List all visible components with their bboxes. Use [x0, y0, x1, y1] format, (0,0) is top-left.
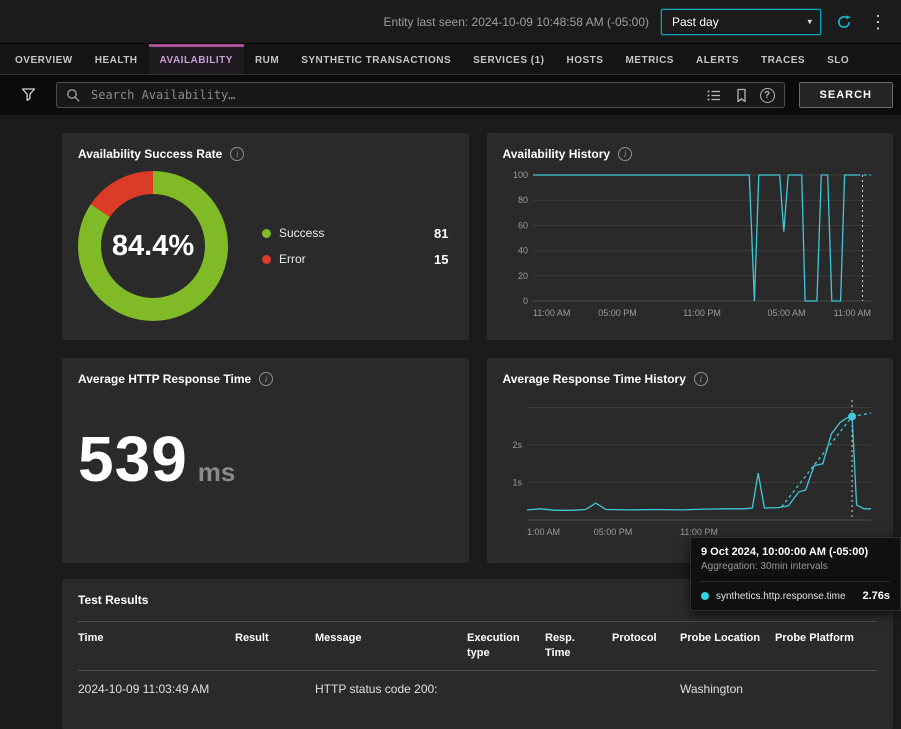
top-bar: Entity last seen: 2024-10-09 10:48:58 AM… [0, 0, 901, 44]
column-header-probe-location[interactable]: Probe Location [680, 622, 775, 670]
availability-content: Availability Success Rate i 84.4% Succes… [0, 115, 901, 729]
column-header-probe-platform[interactable]: Probe Platform [775, 622, 877, 670]
tab-traces[interactable]: TRACES [750, 44, 816, 74]
chart-tooltip: 9 Oct 2024, 10:00:00 AM (-05:00) Aggrega… [690, 537, 901, 611]
timeframe-select[interactable]: Past day [661, 9, 821, 35]
column-header-time[interactable]: Time [78, 622, 235, 670]
list-view-icon[interactable] [706, 88, 722, 103]
tooltip-metric-name: synthetics.http.response.time [716, 591, 855, 602]
availability-history-card: Availability History i 0 20 40 60 80 100 11:00… [487, 133, 894, 340]
legend-label: Error [279, 252, 426, 266]
avg-response-unit: ms [198, 457, 236, 488]
cell-message: HTTP status code 200: [315, 682, 467, 698]
search-icon [66, 88, 81, 103]
table-row[interactable]: 2024-10-09 11:03:49 AM HTTP status code … [78, 671, 877, 698]
legend-value: 81 [434, 226, 448, 241]
svg-text:60: 60 [517, 220, 527, 230]
kebab-menu-button[interactable]: ⋮ [867, 11, 889, 33]
card-title: Average HTTP Response Time [78, 372, 251, 386]
svg-text:1:00 AM: 1:00 AM [527, 527, 560, 537]
legend-row-success: Success 81 [262, 226, 449, 241]
svg-text:11:00 AM: 11:00 AM [833, 308, 870, 318]
info-icon[interactable]: i [618, 147, 632, 161]
legend-label: Success [279, 226, 426, 240]
card-title: Availability History [503, 147, 611, 161]
tooltip-timestamp: 9 Oct 2024, 10:00:00 AM (-05:00) [701, 546, 890, 558]
svg-text:11:00 AM: 11:00 AM [533, 308, 570, 318]
svg-text:05:00 PM: 05:00 PM [598, 308, 637, 318]
column-header-resp-time[interactable]: Resp. Time [545, 622, 612, 670]
cell-time: 2024-10-09 11:03:49 AM [78, 682, 235, 698]
column-header-message[interactable]: Message [315, 622, 467, 670]
bookmark-icon[interactable] [733, 88, 749, 103]
column-header-execution-type[interactable]: Execution type [467, 622, 545, 670]
svg-text:0: 0 [522, 296, 527, 306]
help-icon[interactable]: ? [760, 88, 775, 103]
tooltip-metric-row: synthetics.http.response.time 2.76s [701, 581, 890, 602]
tab-rum[interactable]: RUM [244, 44, 290, 74]
svg-text:2s: 2s [512, 440, 522, 450]
timeframe-select-wrap: Past day ▾ [661, 9, 821, 35]
column-header-result[interactable]: Result [235, 622, 315, 670]
svg-text:40: 40 [517, 246, 527, 256]
svg-text:1s: 1s [512, 478, 522, 488]
avg-http-response-time-card: Average HTTP Response Time i 539 ms [62, 358, 469, 563]
svg-text:80: 80 [517, 195, 527, 205]
search-input[interactable] [89, 87, 698, 103]
tab-slo[interactable]: SLO [816, 44, 860, 74]
tab-services[interactable]: SERVICES (1) [462, 44, 555, 74]
cell-probe-location: Washington [680, 682, 775, 698]
reset-timeframe-button[interactable] [833, 11, 855, 33]
success-dot [262, 229, 271, 238]
svg-text:11:00 PM: 11:00 PM [680, 527, 718, 537]
column-header-protocol[interactable]: Protocol [612, 622, 680, 670]
legend-value: 15 [434, 252, 448, 267]
info-icon[interactable]: i [259, 372, 273, 386]
entity-last-seen: Entity last seen: 2024-10-09 10:48:58 AM… [384, 15, 650, 29]
tab-availability[interactable]: AVAILABILITY [149, 44, 244, 74]
kebab-icon: ⋮ [869, 13, 887, 31]
donut-legend: Success 81 Error 15 [262, 226, 453, 267]
success-donut: 84.4% [78, 171, 228, 321]
response-time-history-chart[interactable]: 1s 2s 1:00 AM 05:00 PM 11:00 PM [503, 392, 877, 544]
card-title: Availability Success Rate [78, 147, 222, 161]
availability-history-chart[interactable]: 0 20 40 60 80 100 11:00 AM 05:00 PM 11:00 PM 05:0… [503, 167, 877, 325]
tab-hosts[interactable]: HOSTS [556, 44, 615, 74]
svg-text:05:00 PM: 05:00 PM [593, 527, 632, 537]
legend-row-error: Error 15 [262, 252, 449, 267]
tab-synthetic-transactions[interactable]: SYNTHETIC TRANSACTIONS [290, 44, 462, 74]
cards-grid: Availability Success Rate i 84.4% Succes… [62, 133, 893, 563]
search-box-icons: ? [706, 88, 775, 103]
svg-text:100: 100 [512, 170, 527, 180]
search-box[interactable]: ? [56, 82, 785, 108]
info-icon[interactable]: i [230, 147, 244, 161]
svg-text:20: 20 [517, 271, 527, 281]
test-results-header: Time Result Message Execution type Resp.… [78, 621, 877, 671]
tab-overview[interactable]: OVERVIEW [4, 44, 84, 74]
search-button[interactable]: SEARCH [799, 82, 893, 108]
tooltip-aggregation: Aggregation: 30min intervals [701, 561, 890, 572]
success-rate-value: 84.4% [112, 230, 194, 263]
avg-response-value: 539 [78, 422, 188, 496]
filter-button[interactable] [0, 87, 56, 103]
tab-alerts[interactable]: ALERTS [685, 44, 750, 74]
tab-bar: OVERVIEW HEALTH AVAILABILITY RUM SYNTHET… [0, 44, 901, 75]
tooltip-metric-value: 2.76s [862, 590, 890, 602]
svg-text:05:00 AM: 05:00 AM [767, 308, 805, 318]
metric-dot [701, 592, 709, 600]
filter-icon [20, 87, 37, 103]
error-dot [262, 255, 271, 264]
tab-metrics[interactable]: METRICS [614, 44, 685, 74]
donut-hole: 84.4% [101, 194, 205, 298]
tab-health[interactable]: HEALTH [84, 44, 149, 74]
search-row: ? SEARCH [0, 75, 901, 115]
svg-text:11:00 PM: 11:00 PM [683, 308, 721, 318]
avg-response-time-history-card: Average Response Time History i 1s 2s 1:00… [487, 358, 894, 563]
info-icon[interactable]: i [694, 372, 708, 386]
availability-success-rate-card: Availability Success Rate i 84.4% Succes… [62, 133, 469, 340]
history-refresh-icon [835, 13, 853, 31]
card-title: Average Response Time History [503, 372, 686, 386]
